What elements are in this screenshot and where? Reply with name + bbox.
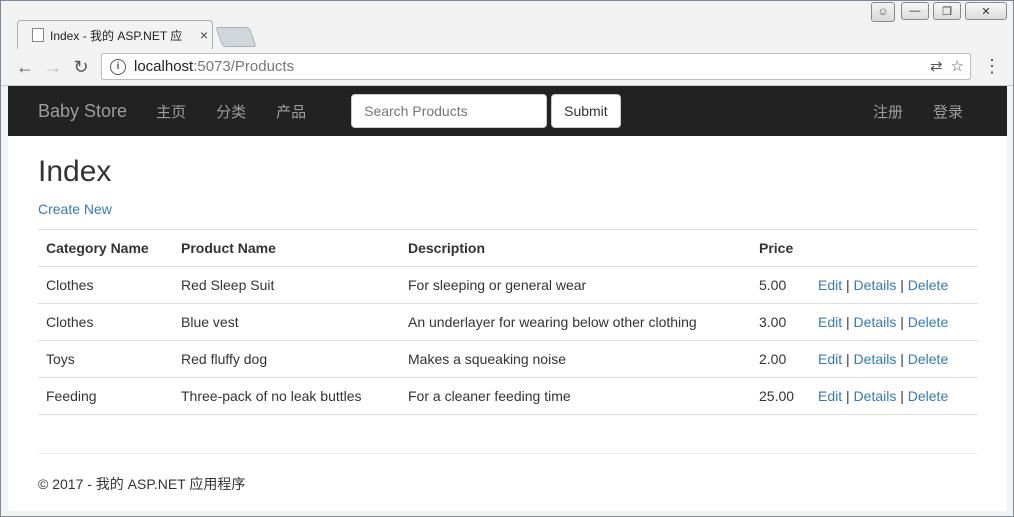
cell-product-name: Red fluffy dog (173, 340, 400, 378)
cell-description: An underlayer for wearing below other cl… (400, 303, 751, 341)
cell-price: 25.00 (751, 377, 810, 415)
table-header-row: Category Name Product Name Description P… (38, 229, 978, 267)
table-row: Clothes Red Sleep Suit For sleeping or gen… (38, 266, 978, 304)
submit-button[interactable]: Submit (551, 94, 621, 128)
nav-links: 主页 分类 产品 (141, 101, 321, 122)
nav-link-home[interactable]: 主页 (141, 101, 201, 122)
action-separator: | (846, 351, 850, 367)
action-separator: | (900, 351, 904, 367)
cell-description: For a cleaner feeding time (400, 377, 751, 415)
footer-text: © 2017 - 我的 ASP.NET 应用程序 (38, 476, 246, 492)
nav-link-products[interactable]: 产品 (261, 101, 321, 122)
nav-right: 注册 登录 (858, 101, 977, 122)
cell-actions: Edit | Details | Delete (810, 303, 978, 341)
cell-description: Makes a squeaking noise (400, 340, 751, 378)
header-category-name: Category Name (38, 229, 173, 267)
action-separator: | (900, 314, 904, 330)
address-bar[interactable]: i localhost:5073/Products ⇄ ☆ (101, 53, 971, 80)
back-arrow-icon[interactable]: ← (13, 55, 37, 79)
action-separator: | (846, 277, 850, 293)
delete-link[interactable]: Delete (908, 277, 948, 293)
reload-icon[interactable]: ↻ (69, 55, 93, 79)
page-viewport: Baby Store 主页 分类 产品 Submit 注册 登录 Index C… (8, 86, 1007, 511)
cell-category: Clothes (38, 303, 173, 341)
tab-close-icon[interactable]: × (196, 27, 212, 43)
translate-icon[interactable]: ⇄ (930, 57, 943, 75)
cell-product-name: Blue vest (173, 303, 400, 341)
url-path: :5073/Products (193, 58, 295, 75)
delete-link[interactable]: Delete (908, 351, 948, 367)
delete-link[interactable]: Delete (908, 314, 948, 330)
cell-category: Clothes (38, 266, 173, 304)
browser-window: Index - 我的 ASP.NET 应 × ☺ — ❐ ✕ ← → ↻ i l… (0, 0, 1014, 517)
site-navbar: Baby Store 主页 分类 产品 Submit 注册 登录 (8, 86, 1007, 136)
create-new-link[interactable]: Create New (38, 201, 112, 217)
tab-strip: Index - 我的 ASP.NET 应 × (1, 1, 1013, 49)
cell-price: 5.00 (751, 266, 810, 304)
browser-menu-icon[interactable]: ⋮ (983, 57, 1001, 75)
delete-link[interactable]: Delete (908, 388, 948, 404)
header-product-name: Product Name (173, 229, 400, 267)
action-separator: | (900, 277, 904, 293)
edit-link[interactable]: Edit (818, 351, 842, 367)
header-price: Price (751, 229, 810, 267)
footer-divider (38, 453, 978, 454)
details-link[interactable]: Details (854, 277, 897, 293)
page-title: Index (38, 155, 112, 188)
tab-title: Index - 我的 ASP.NET 应 (50, 28, 183, 43)
cell-product-name: Red Sleep Suit (173, 266, 400, 304)
cell-category: Toys (38, 340, 173, 378)
cell-actions: Edit | Details | Delete (810, 266, 978, 304)
forward-arrow-icon[interactable]: → (41, 55, 65, 79)
login-link[interactable]: 登录 (918, 101, 977, 122)
cell-actions: Edit | Details | Delete (810, 377, 978, 415)
window-controls: — ❐ ✕ (901, 2, 1007, 20)
details-link[interactable]: Details (854, 388, 897, 404)
header-actions (810, 229, 978, 267)
browser-toolbar: ← → ↻ i localhost:5073/Products ⇄ ☆ ⋮ (1, 49, 1013, 86)
table-row: Clothes Blue vest An underlayer for wearin… (38, 303, 978, 341)
close-window-icon[interactable]: ✕ (965, 2, 1007, 20)
browser-tab[interactable]: Index - 我的 ASP.NET 应 × (17, 20, 213, 49)
minimize-icon[interactable]: — (901, 2, 929, 20)
info-icon[interactable]: i (110, 58, 126, 75)
edit-link[interactable]: Edit (818, 314, 842, 330)
brand-link[interactable]: Baby Store (38, 101, 127, 122)
cell-category: Feeding (38, 377, 173, 415)
bookmark-star-icon[interactable]: ☆ (951, 57, 964, 75)
register-link[interactable]: 注册 (858, 101, 918, 122)
details-link[interactable]: Details (854, 314, 897, 330)
cell-description: For sleeping or general wear (400, 266, 751, 304)
table-row: Toys Red fluffy dog Makes a squeaking nois… (38, 340, 978, 378)
url-host: localhost (134, 58, 194, 75)
edit-link[interactable]: Edit (818, 388, 842, 404)
edit-link[interactable]: Edit (818, 277, 842, 293)
new-tab-button[interactable] (215, 27, 257, 47)
restore-icon[interactable]: ❐ (933, 2, 961, 20)
page-icon (32, 28, 44, 42)
products-table: Category Name Product Name Description P… (38, 229, 978, 415)
cell-price: 3.00 (751, 303, 810, 341)
cell-actions: Edit | Details | Delete (810, 340, 978, 378)
header-description: Description (400, 229, 751, 267)
table-row: Feeding Three-pack of no leak buttles For … (38, 377, 978, 415)
details-link[interactable]: Details (854, 351, 897, 367)
cell-product-name: Three-pack of no leak buttles (173, 377, 400, 415)
action-separator: | (846, 388, 850, 404)
nav-link-categories[interactable]: 分类 (201, 101, 261, 122)
user-profile-icon[interactable]: ☺ (871, 2, 895, 22)
action-separator: | (846, 314, 850, 330)
cell-price: 2.00 (751, 340, 810, 378)
search-input[interactable] (351, 94, 548, 128)
main-content: Index Create New Category Name Product N… (8, 155, 1007, 494)
action-separator: | (900, 388, 904, 404)
